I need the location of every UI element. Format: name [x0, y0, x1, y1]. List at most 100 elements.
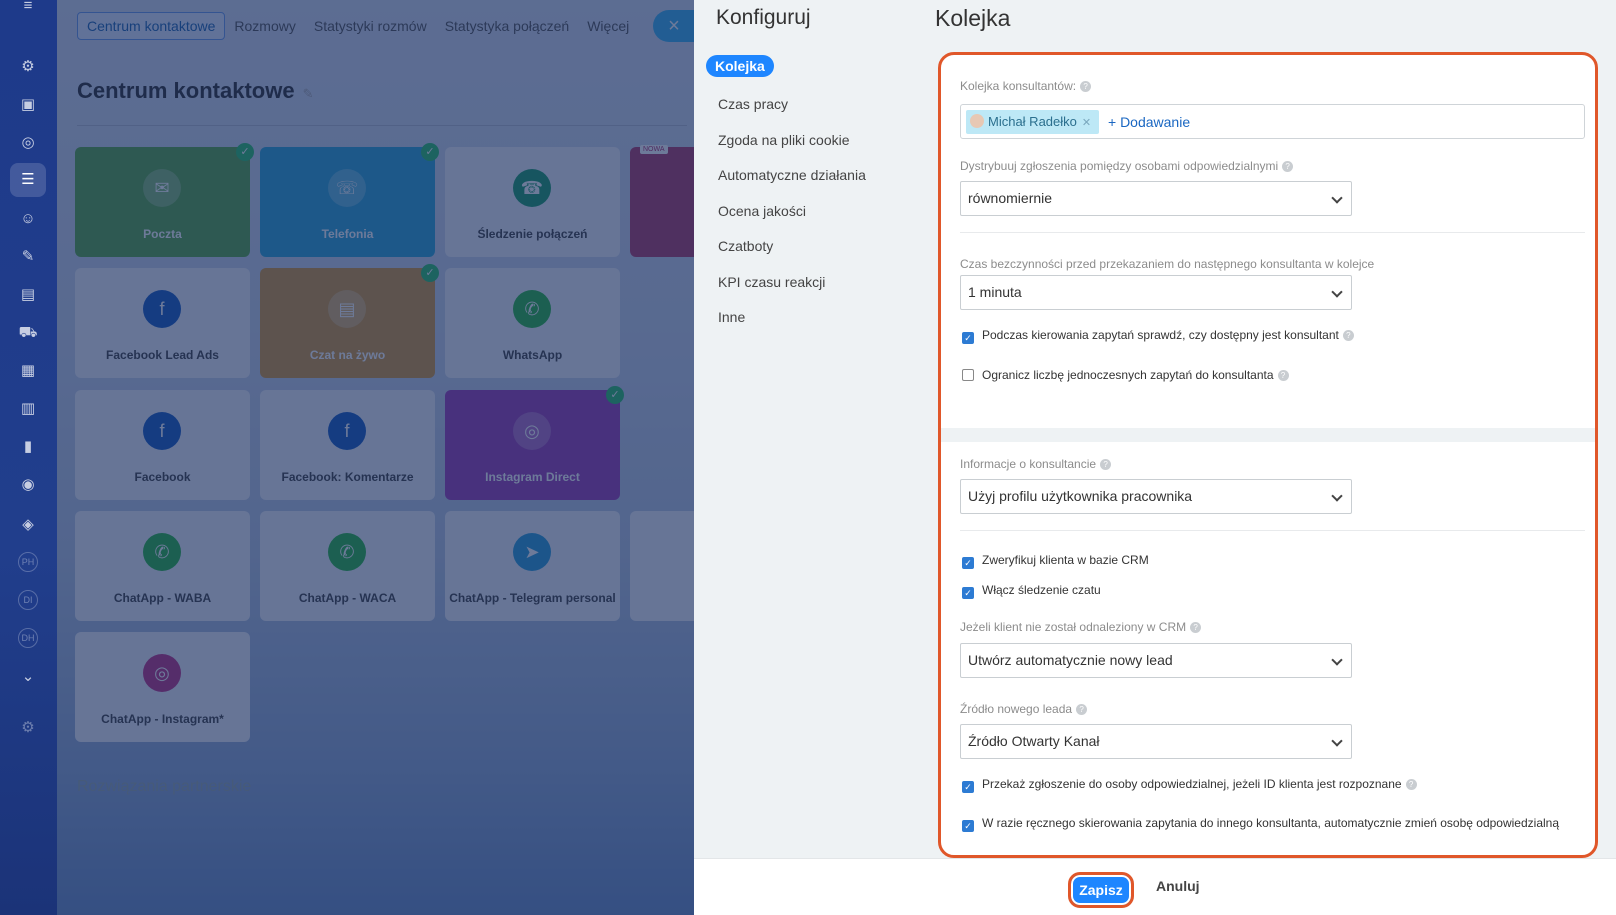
avatar-di-icon[interactable]: DI: [18, 590, 38, 610]
contact-center-icon[interactable]: ⚙: [18, 57, 38, 77]
queue-member-tag[interactable]: Michał Radełko ✕: [966, 110, 1100, 134]
menu-item-quality-rating[interactable]: Ocena jakości: [706, 194, 906, 230]
channel-tile[interactable]: ◆CRMNOWA: [630, 145, 694, 257]
document-icon[interactable]: ▤: [18, 285, 38, 305]
target-icon[interactable]: ◎: [18, 133, 38, 153]
help-icon[interactable]: ?: [1342, 330, 1354, 342]
checkbox-checked[interactable]: ✓: [962, 557, 974, 569]
gear-icon[interactable]: ⚙: [18, 718, 38, 738]
lead-source-label-text: Źródło nowego leada: [960, 702, 1073, 716]
menu-item-response-kpi[interactable]: KPI czasu reakcji: [706, 265, 906, 301]
instagram-icon: ◎: [143, 654, 181, 692]
queue-members-field[interactable]: Michał Radełko ✕ + Dodawanie: [960, 104, 1585, 139]
limit-requests-row[interactable]: Ogranicz liczbę jednoczesnych zapytań do…: [962, 368, 1289, 382]
channel-tile[interactable]: f Facebook: [75, 390, 250, 500]
consultant-info-label: Informacje o konsultancie?: [960, 457, 1112, 471]
chevron-down-icon[interactable]: ⌄: [18, 667, 38, 687]
channel-tile[interactable]: ✉ Poczta ✓: [75, 143, 254, 257]
settings-circle-icon[interactable]: ◉: [18, 475, 38, 495]
idle-time-select[interactable]: 1 minuta: [960, 275, 1352, 310]
add-member-link[interactable]: + Dodawanie: [1108, 114, 1190, 130]
check-icon: ✓: [236, 143, 254, 161]
messages-icon[interactable]: ▣: [18, 95, 38, 115]
menu-icon[interactable]: ≡: [18, 0, 38, 16]
help-icon[interactable]: ?: [1190, 622, 1202, 634]
menu-item-other[interactable]: Inne: [706, 300, 906, 336]
channel-tile-label: Telefonia: [321, 227, 374, 241]
channel-tile-label: WhatsApp: [502, 348, 563, 362]
cart-icon[interactable]: ⛟: [18, 323, 38, 343]
nav-conversation-stats[interactable]: Statystyki rozmów: [305, 13, 436, 39]
edit-icon[interactable]: ✎: [18, 247, 38, 267]
phone-icon: ☏: [328, 169, 366, 207]
channel-tile[interactable]: ✆ ChatApp - WABA: [75, 511, 250, 621]
menu-item-chatbots[interactable]: Czatboty: [706, 229, 906, 265]
pencil-icon[interactable]: ✎: [303, 86, 314, 101]
help-icon[interactable]: ?: [1277, 370, 1289, 382]
channel-tile[interactable]: ☎ Śledzenie połączeń: [445, 147, 620, 257]
channel-tile[interactable]: ✆ WhatsApp: [445, 268, 620, 378]
checkbox-checked[interactable]: ✓: [962, 332, 974, 344]
close-icon: ×: [668, 15, 680, 37]
whatsapp-icon: ✆: [328, 533, 366, 571]
channel-tile[interactable]: ◎ Instagram Direct ✓: [445, 386, 624, 500]
section-title: Kolejka: [935, 5, 1011, 31]
close-slider-button[interactable]: ×: [653, 10, 694, 42]
cube-icon[interactable]: ◈: [18, 515, 38, 535]
nav-contact-center[interactable]: Centrum kontaktowe: [77, 12, 226, 40]
channel-tile[interactable]: ➤ ChatApp - Telegram personal: [445, 511, 620, 621]
config-menu: Kolejka Czas pracy Zgoda na pliki cookie…: [706, 55, 906, 336]
channel-tile-label: Czat na żywo: [309, 348, 386, 362]
chevron-down-icon: [1331, 192, 1343, 204]
chart-icon[interactable]: ▮: [18, 437, 38, 457]
filter-icon[interactable]: ☰: [10, 163, 46, 197]
checkbox-checked[interactable]: ✓: [962, 820, 974, 832]
channel-tile[interactable]: f Facebook Lead Ads: [75, 268, 250, 378]
avatar-dh-icon[interactable]: DH: [18, 628, 38, 648]
lead-source-select[interactable]: Źródło Otwarty Kanał: [960, 724, 1352, 759]
cancel-button[interactable]: Anuluj: [1156, 878, 1200, 894]
robot-icon[interactable]: ☺: [18, 209, 38, 229]
help-icon[interactable]: ?: [1282, 161, 1294, 173]
menu-item-working-hours[interactable]: Czas pracy: [706, 87, 906, 123]
forward-responsible-row[interactable]: ✓ Przekaż zgłoszenie do osoby odpowiedzia…: [962, 777, 1417, 793]
help-icon[interactable]: ?: [1080, 81, 1092, 93]
help-icon[interactable]: ?: [1076, 704, 1088, 716]
menu-item-cookie-consent[interactable]: Zgoda na pliki cookie: [706, 123, 906, 159]
manual-redirect-row[interactable]: ✓ W razie ręcznego skierowania zapytania …: [962, 816, 1559, 832]
checkbox-checked[interactable]: ✓: [962, 781, 974, 793]
consultant-info-select[interactable]: Użyj profilu użytkownika pracownika: [960, 479, 1352, 514]
channel-tile[interactable]: ✆ ChatApp - WACA: [260, 511, 435, 621]
nav-conversations[interactable]: Rozmowy: [225, 13, 304, 39]
save-button[interactable]: Zapisz: [1068, 872, 1134, 908]
checkbox-unchecked[interactable]: [962, 369, 974, 381]
consultant-info-value: Użyj profilu użytkownika pracownika: [968, 488, 1193, 504]
channel-tile[interactable]: ☏ Telefonia ✓: [260, 143, 439, 257]
channel-tile[interactable]: ◎ ChatApp - Instagram*: [75, 632, 250, 742]
checkbox-checked[interactable]: ✓: [962, 587, 974, 599]
menu-item-automatic-actions[interactable]: Automatyczne działania: [706, 158, 906, 194]
store-icon[interactable]: ▦: [18, 361, 38, 381]
panel-footer: Zapisz Anuluj: [694, 858, 1616, 915]
nav-more[interactable]: Więcej: [578, 13, 638, 39]
channel-tile[interactable]: ▤ Czat na żywo ✓: [260, 264, 439, 378]
menu-item-queue[interactable]: Kolejka: [706, 55, 774, 77]
chat-tracking-row[interactable]: ✓ Włącz śledzenie czatu: [962, 583, 1101, 599]
calendar-icon[interactable]: ▥: [18, 399, 38, 419]
remove-tag-icon[interactable]: ✕: [1082, 117, 1091, 129]
distribute-select[interactable]: równomiernie: [960, 181, 1352, 216]
avatar-ph-icon[interactable]: PH: [18, 552, 38, 572]
limit-requests-label: Ogranicz liczbę jednoczesnych zapytań do…: [982, 368, 1274, 382]
mail-icon: ✉: [143, 169, 181, 207]
channel-tile[interactable]: f Facebook: Komentarze: [260, 390, 435, 500]
help-icon[interactable]: ?: [1100, 459, 1112, 471]
help-icon[interactable]: ?: [1405, 779, 1417, 791]
check-available-row[interactable]: ✓ Podczas kierowania zapytań sprawdź, czy…: [962, 328, 1354, 344]
not-found-select[interactable]: Utwórz automatycznie nowy lead: [960, 643, 1352, 678]
left-icon-rail: ≡ ⚙ ▣ ◎ ☰ ☺ ✎ ▤ ⛟ ▦ ▥ ▮ ◉ ◈ PH DI DH ⌄ ⚙: [0, 0, 57, 915]
nav-call-stats[interactable]: Statystyka połączeń: [436, 13, 579, 39]
page-title-text: Centrum kontaktowe: [77, 78, 295, 103]
verify-crm-row[interactable]: ✓ Zweryfikuj klienta w bazie CRM: [962, 553, 1149, 569]
channel-tile[interactable]: ●Cha: [630, 511, 694, 621]
chevron-down-icon: [1331, 490, 1343, 502]
